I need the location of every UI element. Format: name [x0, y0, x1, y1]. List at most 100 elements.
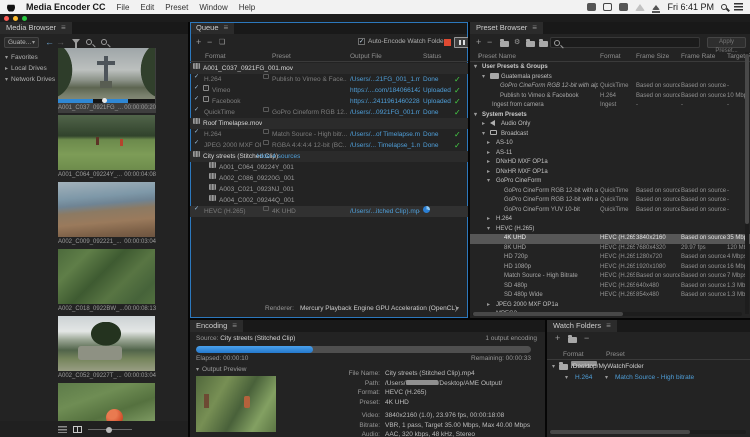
- forward-arrow-icon[interactable]: →: [56, 38, 65, 47]
- preset-row[interactable]: HD 1080pHEVC (H.265)1920x1080Based on so…: [470, 263, 750, 273]
- notification-center-icon[interactable]: [734, 3, 743, 11]
- preset-row[interactable]: Publish to Vimeo & FacebookH.264Based on…: [470, 92, 750, 102]
- import-presets-icon[interactable]: [526, 41, 535, 47]
- preset-row[interactable]: 8K UHDHEVC (H.265)7680x432029.97 fps120 …: [470, 244, 750, 254]
- preset-settings-icon[interactable]: [263, 129, 269, 134]
- wifi-icon[interactable]: [635, 4, 645, 11]
- add-output-icon[interactable]: +: [196, 38, 201, 47]
- chevron-down-icon[interactable]: [456, 303, 459, 315]
- preset-row[interactable]: GoPro CineForm RGB 12-bit with alpha (Al…: [470, 82, 750, 92]
- col-preset[interactable]: Preset: [272, 52, 291, 62]
- playhead-knob[interactable]: [102, 98, 107, 103]
- preset-row[interactable]: Ingest from cameraIngest---: [470, 101, 750, 111]
- delete-preset-icon[interactable]: −: [487, 38, 492, 47]
- folder-icon[interactable]: [568, 337, 577, 343]
- preset-subcategory-row[interactable]: GoPro CineForm: [470, 177, 750, 187]
- preset-subcategory-row[interactable]: H.264: [470, 215, 750, 225]
- export-presets-icon[interactable]: [539, 41, 548, 47]
- preset-row[interactable]: GoPro CineForm RGB 12-bit with alpha...Q…: [470, 196, 750, 206]
- menu-help[interactable]: Help: [239, 3, 255, 12]
- tree-item-network-drives[interactable]: Network Drives: [5, 74, 59, 85]
- preset-settings-icon[interactable]: ⚙: [514, 38, 520, 47]
- chevron-right-icon[interactable]: [487, 149, 490, 159]
- preset-settings-icon[interactable]: [263, 140, 269, 145]
- clip-cell[interactable]: A002_C018_0922BW_...00:00:08:13: [58, 249, 156, 314]
- tab-preset-browser[interactable]: Preset Browser: [470, 22, 543, 34]
- zoom-window-button[interactable]: [22, 16, 27, 21]
- queue-group-row[interactable]: City streets (Stitched Clip)Hide 4 sourc…: [190, 151, 468, 162]
- scrub-bar[interactable]: [58, 99, 155, 103]
- preset-subcategory-row[interactable]: AS-11: [470, 149, 750, 159]
- queue-source-row[interactable]: A003_C021_0923NJ_001: [190, 184, 468, 195]
- queue-output-row[interactable]: Vimeohttps:/....com/184066142Uploaded: [190, 85, 468, 96]
- col-preset[interactable]: Preset: [606, 350, 625, 360]
- queue-group-row[interactable]: A001_C037_0921FG_001.mov: [190, 63, 468, 74]
- vertical-scrollbar[interactable]: [745, 52, 749, 314]
- watch-folder-output-row[interactable]: H.264 Match Source - High bitrate: [547, 372, 750, 383]
- new-preset-icon[interactable]: +: [476, 38, 481, 47]
- panel-menu-icon[interactable]: [232, 320, 237, 332]
- menu-file[interactable]: File: [117, 3, 130, 12]
- minimize-window-button[interactable]: [13, 16, 18, 21]
- clip-thumbnail[interactable]: [58, 249, 155, 304]
- thumbnail-view-icon[interactable]: [73, 426, 82, 433]
- clip-thumbnail[interactable]: [58, 115, 155, 170]
- output-checkbox[interactable]: [194, 85, 200, 91]
- apple-icon[interactable]: [7, 3, 15, 12]
- add-watch-folder-icon[interactable]: +: [555, 334, 560, 343]
- spotlight-search-icon[interactable]: [721, 4, 727, 10]
- chevron-right-icon[interactable]: [482, 120, 485, 130]
- keyboard-icon[interactable]: [587, 3, 596, 11]
- queue-group-row[interactable]: Roof Timelapse.mov: [190, 118, 468, 129]
- preset-settings-icon[interactable]: [263, 74, 269, 79]
- chevron-down-icon[interactable]: [482, 130, 485, 140]
- preset-search-field[interactable]: [550, 37, 700, 48]
- thumbnail-size-slider[interactable]: [88, 429, 132, 430]
- eject-icon[interactable]: [652, 5, 660, 10]
- display-icon[interactable]: [603, 3, 612, 11]
- preset-settings-icon[interactable]: [263, 107, 269, 112]
- preset-row[interactable]: GoPro CineForm YUV 10-bitQuickTimeBased …: [470, 206, 750, 216]
- preset-row[interactable]: SD 480p WideHEVC (H.265)854x480Based on …: [470, 291, 750, 301]
- chevron-down-icon[interactable]: [487, 177, 490, 187]
- preset-row[interactable]: HD 720pHEVC (H.265)1280x720Based on sour…: [470, 253, 750, 263]
- col-format[interactable]: Format: [205, 52, 226, 62]
- preset-category-row[interactable]: Audio Only: [470, 120, 750, 130]
- chevron-down-icon[interactable]: [474, 111, 477, 121]
- output-checkbox[interactable]: [194, 107, 200, 113]
- tree-item-local-drives[interactable]: Local Drives: [5, 63, 59, 74]
- chevron-down-icon[interactable]: [605, 372, 608, 384]
- preset-subcategory-row[interactable]: DNxHR MXF OP1a: [470, 168, 750, 178]
- preset-root-row[interactable]: System Presets: [470, 111, 750, 121]
- chevron-down-icon[interactable]: [474, 63, 477, 73]
- preset-row-selected[interactable]: 4K UHDHEVC (H.265)3840x2160Based on sour…: [470, 234, 750, 244]
- queue-source-row[interactable]: A002_C086_09220G_001: [190, 173, 468, 184]
- filter-icon[interactable]: [72, 39, 80, 44]
- preset-subcategory-row[interactable]: HEVC (H.265): [470, 225, 750, 235]
- clip-thumbnail[interactable]: [58, 182, 155, 237]
- app-menu[interactable]: Media Encoder CC: [26, 2, 106, 12]
- clip-thumbnail[interactable]: [58, 48, 155, 103]
- chevron-down-icon[interactable]: [487, 225, 490, 235]
- watch-format-dropdown[interactable]: H.264: [575, 372, 592, 383]
- output-checkbox[interactable]: [194, 140, 200, 146]
- remove-watch-folder-icon[interactable]: −: [584, 334, 589, 343]
- queue-output-row[interactable]: Facebookhttps:/...24119614602283Uploaded: [190, 96, 468, 107]
- sync-icon[interactable]: [619, 3, 628, 11]
- output-checkbox[interactable]: [194, 74, 200, 80]
- preset-subcategory-row[interactable]: AS-10: [470, 139, 750, 149]
- panel-menu-icon[interactable]: [61, 22, 66, 34]
- preset-category-row[interactable]: Broadcast: [470, 130, 750, 140]
- new-group-icon[interactable]: [500, 41, 509, 47]
- renderer-dropdown[interactable]: Mercury Playback Engine GPU Acceleration…: [300, 303, 457, 315]
- chevron-right-icon[interactable]: [487, 139, 490, 149]
- queue-output-row[interactable]: H.264Match Source - High bitr.../Users/.…: [190, 129, 468, 140]
- clip-thumbnail[interactable]: [58, 316, 155, 371]
- preset-subcategory-row[interactable]: DNxHD MXF OP1a: [470, 158, 750, 168]
- pause-queue-button[interactable]: [454, 37, 468, 48]
- clip-cell[interactable]: A002_C052_09227T_...00:00:03:04: [58, 316, 156, 381]
- auto-encode-checkbox[interactable]: [358, 38, 365, 45]
- tab-watch-folders[interactable]: Watch Folders: [547, 320, 617, 332]
- chevron-down-icon[interactable]: [565, 372, 568, 384]
- zoom-icon[interactable]: [86, 39, 92, 45]
